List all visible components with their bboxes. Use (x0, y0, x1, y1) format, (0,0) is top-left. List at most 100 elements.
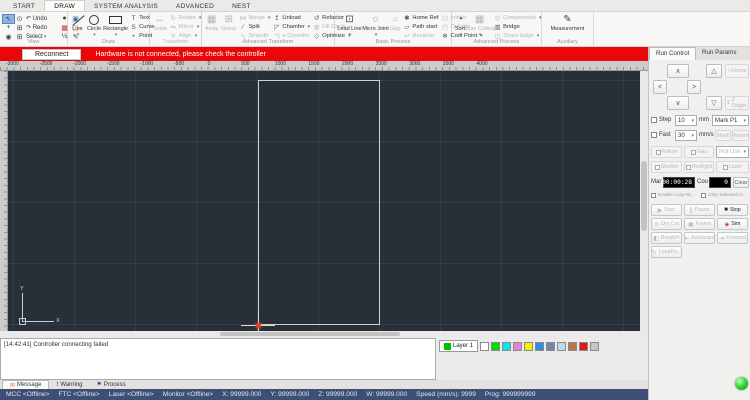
home-ref-button[interactable]: ✱Home Ref (403, 14, 438, 22)
micro-joint-label: Micro Joint (362, 26, 389, 32)
array-button[interactable]: ▦ Array (205, 14, 218, 40)
tab-message[interactable]: ✉ Message (2, 380, 49, 389)
layer-color-swatch-7[interactable] (546, 342, 555, 351)
gas-toggle[interactable]: Gas (684, 146, 714, 158)
layer-color-swatch-1[interactable] (480, 342, 489, 351)
compensate-button[interactable]: ◎Compensate (494, 14, 541, 22)
tab-process[interactable]: ⚑ Process (90, 380, 133, 389)
rotate-button[interactable]: ↻Rotate (170, 14, 202, 22)
gas-type-select[interactable]: Not Use (716, 146, 749, 158)
scan-cutting-icon: ▦ (475, 14, 484, 26)
gap-button[interactable]: ○ Gap (390, 14, 400, 40)
group-button[interactable]: ⊞ Group (221, 14, 236, 40)
z-origin-button[interactable]: ↧ Z Origin (725, 96, 749, 110)
tab-warning-label: Warning (60, 382, 82, 388)
z-down-button[interactable]: ▽ (706, 96, 722, 110)
shutter-toggle[interactable]: Shutter (651, 161, 682, 173)
layer-color-swatch-10[interactable] (579, 342, 588, 351)
return-button[interactable]: Return (732, 130, 749, 141)
jog-down-button[interactable]: ∨ (667, 96, 689, 110)
fill-circle-icon: ◍ (313, 23, 320, 31)
menu-tab-draw[interactable]: DRAW (44, 0, 85, 11)
drawing-canvas[interactable]: Y X (8, 71, 640, 331)
backward-button[interactable]: ⇤Backward (684, 232, 715, 244)
rectangle-tool-button[interactable]: Rectangle (104, 14, 127, 40)
shutter-label: Shutter (661, 164, 679, 170)
lead-line-button[interactable]: ⊡ Lead Line (338, 14, 361, 40)
frame-button[interactable]: ▣Frame (684, 218, 715, 230)
mark-position-select[interactable]: Mark P1 (712, 115, 749, 126)
step-checkbox[interactable] (651, 117, 657, 123)
scan-cutting-button[interactable]: ▦ Scan Cutting (468, 14, 491, 40)
layer-palette: Layer 1 (439, 340, 599, 352)
split-button[interactable]: ∕Split (239, 23, 270, 31)
pan-icon[interactable]: + (3, 24, 14, 31)
breakpt-button[interactable]: ◧BreakPt (651, 232, 682, 244)
menu-tab-nest[interactable]: NEST (223, 1, 260, 11)
only-selected-checkbox[interactable] (701, 193, 706, 198)
unload-button[interactable]: ↥Unload (273, 14, 310, 22)
step-unit: mm (699, 117, 709, 123)
jog-right-button[interactable]: > (687, 80, 701, 94)
cursor-select-icon[interactable]: ↖ (3, 15, 14, 23)
forward-button[interactable]: ⇥Forward (717, 232, 748, 244)
connection-indicator-icon[interactable] (735, 377, 748, 390)
group-label-draw: Draw (68, 39, 149, 45)
zoom-icon[interactable]: ⊙ (14, 15, 25, 23)
tab-run-control[interactable]: Run Control (649, 47, 696, 60)
looppa-button[interactable]: ↻LoopPa... (651, 246, 682, 258)
enable-loop-checkbox[interactable] (651, 193, 656, 198)
ruler-label: 1000 (275, 61, 286, 67)
layer-color-swatch-5[interactable] (524, 342, 533, 351)
layer-color-swatch-8[interactable] (557, 342, 566, 351)
current-layer-button[interactable]: Layer 1 (439, 340, 478, 352)
stop-button[interactable]: ■Stop (717, 204, 748, 216)
menu-tab-advanced[interactable]: ADVANCED (167, 1, 223, 11)
pause-button[interactable]: ∥Pause (684, 204, 715, 216)
layer-color-swatch-3[interactable] (502, 342, 511, 351)
fit-icon[interactable]: ⊞ (14, 24, 25, 32)
redlight-toggle[interactable]: Redlight (684, 161, 714, 173)
gap-label: Gap (390, 26, 400, 32)
tab-run-params[interactable]: Run Params (696, 47, 742, 60)
fast-label: Fast (659, 132, 671, 138)
merge-button[interactable]: ⋈Merge (239, 14, 270, 22)
path-start-button[interactable]: ▱Path start (403, 23, 438, 31)
layer-color-swatch-11[interactable] (590, 342, 599, 351)
menu-tab-system-analysis[interactable]: SYSTEM ANALYSIS (85, 1, 167, 11)
bridge-button[interactable]: ▥Bridge (494, 23, 541, 31)
vertical-scrollbar[interactable] (640, 71, 648, 331)
laser-toggle[interactable]: Laser (716, 161, 749, 173)
dry-cut-button[interactable]: ⊙Dry Cut (651, 218, 682, 230)
undo-button[interactable]: ↶ Undo (25, 15, 59, 22)
mirror-button[interactable]: ⇋Mirror (170, 23, 202, 31)
mark-button[interactable]: Mark (715, 130, 731, 141)
clear-button[interactable]: Clear (733, 177, 749, 188)
tab-warning[interactable]: ! Warning (49, 380, 89, 389)
layer-color-swatch-4[interactable] (513, 342, 522, 351)
jog-left-button[interactable]: < (653, 80, 667, 94)
measurement-button[interactable]: ✎ Measurement (545, 14, 590, 40)
chamfer-button[interactable]: ◸Chamfer (273, 23, 310, 31)
start-button[interactable]: ▶Start (651, 204, 682, 216)
follow-toggle[interactable]: Follow (651, 146, 682, 158)
layer-color-swatch-9[interactable] (568, 342, 577, 351)
layer-color-swatch-6[interactable] (535, 342, 544, 351)
circle-tool-button[interactable]: Circle (87, 14, 101, 40)
fast-checkbox[interactable] (651, 132, 657, 138)
scale-button[interactable]: ↔ Scale (153, 14, 167, 40)
redo-button[interactable]: ↷ Redo (25, 24, 59, 31)
micro-joint-icon: ◌ (373, 14, 379, 26)
reconnect-button[interactable]: Reconnect (22, 49, 81, 60)
rectangle-icon (109, 16, 122, 24)
z-up-button[interactable]: △ (706, 64, 722, 78)
line-tool-button[interactable]: Line (71, 14, 84, 40)
home-button[interactable]: ⌂ Home (725, 64, 749, 78)
fast-value-select[interactable]: 30 (675, 130, 697, 141)
jog-up-button[interactable]: ∧ (667, 64, 689, 78)
micro-joint-button[interactable]: ◌ Micro Joint (364, 14, 387, 40)
sim-button[interactable]: ◈Sim (717, 218, 748, 230)
menu-tab-start[interactable]: START (4, 1, 44, 11)
step-value-select[interactable]: 10 (675, 115, 697, 126)
layer-color-swatch-2[interactable] (491, 342, 500, 351)
